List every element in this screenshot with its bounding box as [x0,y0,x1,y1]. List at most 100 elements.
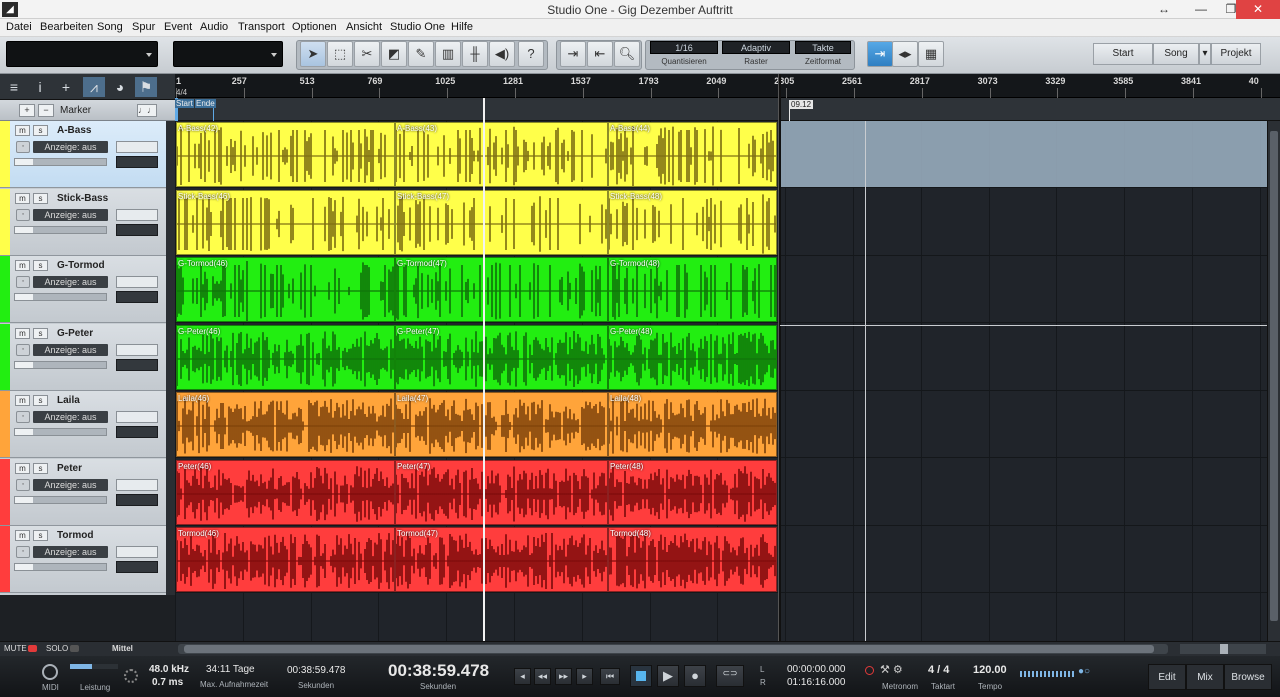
track-color-strip[interactable] [0,188,10,255]
edit-view-button[interactable]: Edit [1148,664,1186,690]
volume-fader[interactable] [14,495,107,504]
vertical-scrollbar-thumb[interactable] [1270,131,1278,621]
forward-icon[interactable]: ▸▸ [555,668,572,685]
sync-icon[interactable]: ●○ [1078,666,1090,677]
menu-transport[interactable]: Transport [238,21,285,33]
audio-clip[interactable]: Tormod(48) [608,527,777,592]
solo-button[interactable]: s [33,530,48,541]
audio-clip[interactable]: Peter(47) [395,459,608,525]
mute-all-label[interactable]: MUTE [4,644,27,653]
solo-button[interactable]: s [33,395,48,406]
monitor-icon[interactable]: ◦ [16,343,30,356]
metronome-icon[interactable]: ⚒ ⚙ [880,663,903,676]
track-height-mode[interactable]: Mittel [112,644,133,653]
audio-clip[interactable]: A-Bass(43) [395,122,608,187]
track-lane-g-peter[interactable]: G-Peter(46) G-Peter(47) G-Peter(48) [175,324,1280,391]
stop-icon[interactable] [630,665,652,687]
input-selector[interactable] [116,141,158,153]
info-icon[interactable]: i [29,77,51,97]
audio-clip[interactable]: G-Peter(47) [395,324,608,390]
audio-clip[interactable]: G-Peter(48) [608,324,777,390]
output-dropdown[interactable] [173,41,283,67]
solo-button[interactable]: s [33,462,48,474]
menu-bearbeiten[interactable]: Bearbeiten [40,21,93,33]
menu-hilfe[interactable]: Hilfe [451,21,473,33]
audio-clip[interactable]: Stick-Bass(47) [395,189,608,255]
flag-icon[interactable]: ⚑ [135,77,157,97]
rtz-icon[interactable]: ◂ [514,668,531,685]
output-selector[interactable] [116,493,158,506]
resize-icon[interactable]: ↔ [1149,0,1179,19]
mute-button[interactable]: m [15,530,30,541]
project-button[interactable]: Projekt [1211,43,1261,65]
play-icon[interactable]: ▶ [657,665,679,687]
arrow-tool-icon[interactable]: ➤ [300,41,326,67]
audio-clip[interactable]: Peter(48) [608,459,777,525]
volume-fader[interactable] [14,293,107,301]
output-selector[interactable] [116,358,158,371]
gear-icon[interactable]: ◕ [109,77,131,97]
input-selector[interactable] [116,208,158,221]
minimize-button[interactable]: — [1186,0,1216,19]
display-toggle[interactable]: Anzeige: aus [33,411,108,423]
solo-button[interactable]: s [33,125,48,136]
track-lane-laila[interactable]: Laila(46) Laila(47) Laila(48) [175,391,1280,458]
audio-clip[interactable]: G-Tormod(47) [395,257,608,322]
track-lane-tormod[interactable]: Tormod(46) Tormod(47) Tormod(48) [175,526,1280,593]
output-selector[interactable] [116,291,158,303]
track-lane-g-tormod[interactable]: G-Tormod(46) G-Tormod(47) G-Tormod(48) [175,256,1280,323]
menu-optionen[interactable]: Optionen [292,21,337,33]
menu-audio[interactable]: Audio [200,21,228,33]
track-color-strip[interactable] [0,256,10,322]
track-header-laila[interactable]: m s Laila ◦ Anzeige: aus [0,391,175,458]
input-selector[interactable] [116,478,158,491]
automation-icon[interactable]: ⩘ [83,77,105,97]
output-selector[interactable] [116,156,158,168]
track-lane-a-bass[interactable]: A-Bass(42) A-Bass(43) A-Bass(44) [175,121,1280,188]
track-header-peter[interactable]: m s Peter ◦ Anzeige: aus [0,458,175,526]
zoom-slider[interactable] [1180,644,1266,654]
mute-button[interactable]: m [15,125,30,136]
monitor-icon[interactable]: ◦ [16,141,30,153]
menu-event[interactable]: Event [164,21,192,33]
audio-clip[interactable]: A-Bass(44) [608,122,777,187]
video-icon[interactable]: ▦ [918,41,944,67]
monitor-icon[interactable]: ◦ [16,411,30,423]
time-signature[interactable]: 4 / 4 [928,664,949,676]
song-dropdown-icon[interactable]: ▾ [1199,43,1211,65]
loop-icon[interactable]: ⊂⊃ [716,665,744,687]
output-selector[interactable] [116,426,158,438]
track-header-tormod[interactable]: m s Tormod ◦ Anzeige: aus [0,526,175,593]
quantize-value[interactable]: 1/16 [650,41,718,54]
end-icon[interactable]: ▸ [576,668,593,685]
solo-button[interactable]: s [33,192,48,204]
input-dropdown[interactable] [6,41,158,67]
mute-button[interactable]: m [15,260,30,271]
track-color-strip[interactable] [0,391,10,457]
input-selector[interactable] [116,276,158,288]
track-header-g-tormod[interactable]: m s G-Tormod ◦ Anzeige: aus [0,256,175,323]
audio-clip[interactable]: G-Tormod(46) [176,257,395,322]
input-selector[interactable] [116,411,158,423]
close-button[interactable]: ✕ [1236,0,1280,19]
position-main[interactable]: 00:38:59.478 [388,661,489,681]
volume-fader-handle[interactable] [15,496,33,503]
vertical-scrollbar[interactable] [1267,121,1280,641]
paint-tool-icon[interactable]: ✎ [408,41,434,67]
nudge-left-icon[interactable]: ⇥ [560,41,586,67]
volume-fader[interactable] [14,563,107,571]
add-track-icon[interactable]: + [55,77,77,97]
marker-music-icon[interactable]: ♩♩ [137,104,157,117]
audio-clip[interactable]: Stick-Bass(48) [608,189,777,255]
mute-button[interactable]: m [15,462,30,474]
audio-clip[interactable]: G-Tormod(48) [608,257,777,322]
audio-clip[interactable]: Tormod(47) [395,527,608,592]
eraser-tool-icon[interactable]: ◩ [381,41,407,67]
playhead-cursor[interactable] [483,98,485,641]
follow-icon[interactable]: ◂▸ [892,41,918,67]
range-tool-icon[interactable]: ⬚ [327,41,353,67]
volume-fader-handle[interactable] [15,294,33,300]
track-lane-peter[interactable]: Peter(46) Peter(47) Peter(48) [175,459,1280,526]
tempo-value[interactable]: 120.00 [973,664,1007,676]
input-selector[interactable] [116,546,158,558]
